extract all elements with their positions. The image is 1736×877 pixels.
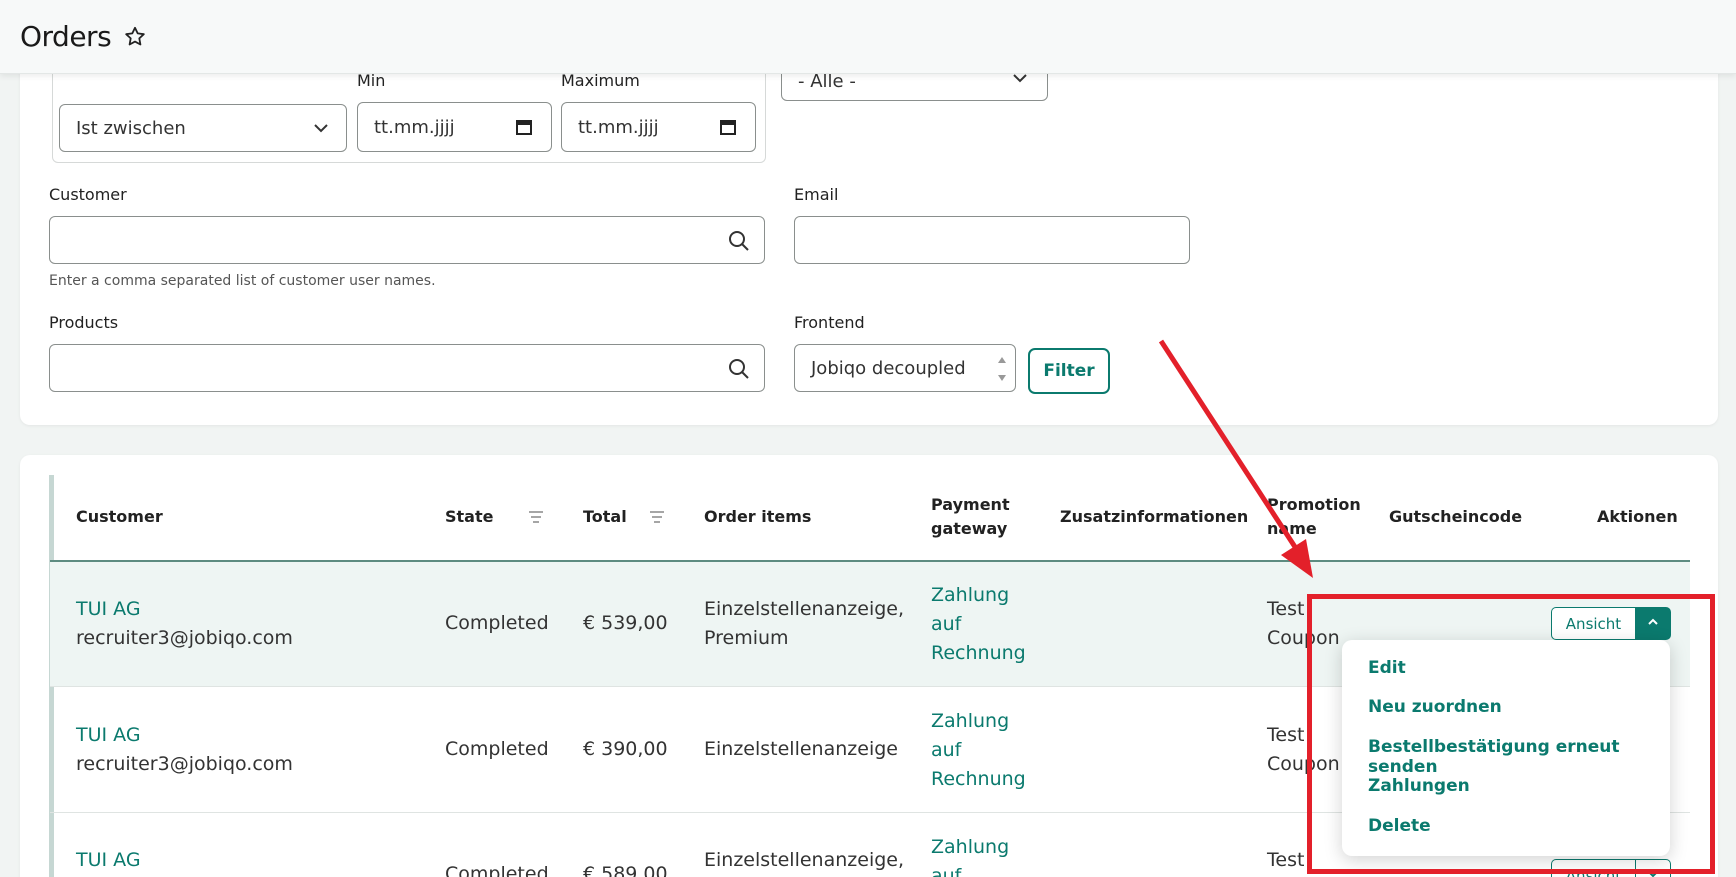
status-select-value: - Alle - [798,71,856,92]
menu-item-neu-zuordnen[interactable]: Neu zuordnen [1368,697,1502,717]
row2-items-line1: Einzelstellenanzeige [704,738,898,760]
row1-promo-line1: Test [1267,598,1305,620]
date-max-input[interactable]: tt.mm.jjjj [561,102,756,152]
chevron-up-icon [1646,614,1660,633]
row1-action-group: Ansicht [1551,607,1671,640]
col-total[interactable]: Total [583,505,627,529]
row3-total: € 589,00 [583,863,668,877]
products-input[interactable] [49,344,765,392]
frontend-label: Frontend [794,313,865,332]
row1-total: € 539,00 [583,612,668,634]
search-icon [728,230,750,257]
chevron-down-icon [1646,866,1660,877]
date-operator-select[interactable]: Ist zwischen [59,104,347,152]
row3-ansicht-button[interactable]: Ansicht [1551,859,1635,877]
col-order-items: Order items [704,507,812,526]
actions-dropdown-menu: Edit Neu zuordnen Bestellbestätigung ern… [1342,640,1670,856]
row1-email: recruiter3@jobiqo.com [76,627,293,649]
col-aktionen: Aktionen [1597,507,1678,526]
col-payment-line1: Payment [931,495,1010,514]
products-label: Products [49,313,119,332]
row1-state: Completed [445,612,549,634]
star-icon[interactable] [123,25,147,49]
row2-payment-line1[interactable]: Zahlung [931,707,1009,736]
frontend-select[interactable]: Jobiqo decoupled [794,344,1016,392]
row3-payment-line2[interactable]: auf [931,862,961,877]
email-label: Email [794,185,839,204]
row2-promo-line1: Test [1267,724,1305,746]
col-promotion-line1: Promotion [1267,495,1361,514]
row3-dropdown-toggle[interactable] [1635,859,1671,877]
row3-items-line1: Einzelstellenanzeige, [704,849,905,871]
sort-icon[interactable] [527,509,545,529]
date-min-input[interactable]: tt.mm.jjjj [357,102,552,152]
col-customer: Customer [76,507,163,526]
customer-label: Customer [49,185,127,204]
row2-state: Completed [445,738,549,760]
frontend-value: Jobiqo decoupled [811,357,966,379]
menu-item-delete[interactable]: Delete [1368,816,1431,836]
col-state[interactable]: State [445,505,493,529]
spinner-arrows-icon[interactable] [995,351,1009,392]
col-payment-line2: gateway [931,519,1008,538]
customer-help-text: Enter a comma separated list of customer… [49,273,436,289]
col-promotion-line2: name [1267,519,1317,538]
row3-payment-line1[interactable]: Zahlung [931,833,1009,862]
row2-promo-line2: Coupon [1267,753,1340,775]
col-zusatzinformationen: Zusatzinformationen [1060,507,1249,526]
filter-button[interactable]: Filter [1028,348,1110,394]
row1-dropdown-toggle[interactable] [1635,607,1671,640]
row1-items-line2: Premium [704,627,789,649]
sort-icon[interactable] [648,509,666,529]
row3-company-link[interactable]: TUI AG [76,846,141,875]
row1-ansicht-button[interactable]: Ansicht [1551,607,1635,640]
row2-total: € 390,00 [583,738,668,760]
email-input[interactable] [794,216,1190,264]
row3-promo-line1: Test [1267,849,1305,871]
row3-state: Completed [445,863,549,877]
row3-action-group: Ansicht [1551,859,1671,877]
row1-company-link[interactable]: TUI AG [76,595,141,624]
date-operator-value: Ist zwischen [76,117,186,139]
row1-payment-line2[interactable]: auf [931,610,961,639]
row2-payment-line2[interactable]: auf [931,736,961,765]
row1-promo-line2: Coupon [1267,627,1340,649]
col-gutscheincode: Gutscheincode [1389,507,1523,526]
row2-company-link[interactable]: TUI AG [76,721,141,750]
customer-input[interactable] [49,216,765,264]
menu-item-bestellbestaetigung[interactable]: Bestellbestätigung erneut senden [1368,737,1670,777]
date-max-placeholder: tt.mm.jjjj [578,116,659,138]
search-icon [728,358,750,385]
row2-email: recruiter3@jobiqo.com [76,753,293,775]
menu-item-edit[interactable]: Edit [1368,658,1406,678]
row1-items-line1: Einzelstellenanzeige, [704,598,905,620]
row2-payment-line3[interactable]: Rechnung [931,765,1026,794]
calendar-icon[interactable] [515,118,533,141]
row1-payment-line3[interactable]: Rechnung [931,639,1026,668]
date-min-placeholder: tt.mm.jjjj [374,116,455,138]
row1-payment-line1[interactable]: Zahlung [931,581,1009,610]
calendar-icon[interactable] [719,118,737,141]
page-title: Orders [20,20,112,53]
menu-item-zahlungen[interactable]: Zahlungen [1368,776,1470,796]
chevron-down-icon [312,119,330,142]
page-header: Orders [0,0,1736,74]
